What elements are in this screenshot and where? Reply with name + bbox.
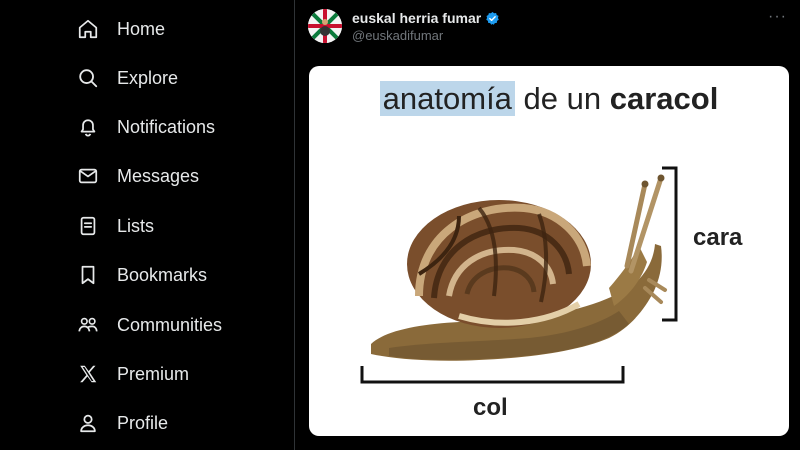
nav-notifications[interactable]: Notifications (77, 110, 215, 144)
meme-title-middle: de un (514, 81, 610, 116)
meme-label-col: col (473, 394, 508, 421)
author-handle[interactable]: @euskadifumar (352, 28, 443, 43)
ikurrina-avatar-image (308, 9, 342, 43)
nav-profile[interactable]: Profile (77, 406, 168, 440)
bookmark-icon (77, 264, 99, 286)
nav-home[interactable]: Home (77, 12, 165, 46)
bell-icon (77, 116, 99, 138)
sidebar-nav: Home Explore Notifications Messages List… (0, 0, 294, 450)
nav-messages[interactable]: Messages (77, 159, 199, 193)
nav-label: Home (117, 18, 166, 39)
home-icon (77, 18, 99, 40)
envelope-icon (77, 165, 99, 187)
meme-title-bold: caracol (609, 81, 719, 116)
meme-title-highlight: anatomía (379, 81, 515, 116)
tweet-media-image[interactable]: anatomía de un caracol cara col (309, 66, 789, 436)
nav-premium[interactable]: Premium (77, 357, 189, 391)
nav-communities[interactable]: Communities (77, 308, 222, 342)
nav-label: Messages (117, 165, 200, 186)
meme-label-cara: cara (693, 224, 743, 251)
nav-explore[interactable]: Explore (77, 61, 178, 95)
search-icon (77, 67, 99, 89)
avatar[interactable] (308, 9, 342, 43)
tweet: euskal herria fumar @euskadifumar ··· an… (295, 0, 800, 450)
nav-label: Profile (117, 412, 169, 433)
communities-icon (77, 314, 99, 336)
person-icon (77, 412, 99, 434)
meme-title: anatomía de un caracol (309, 81, 789, 117)
verified-badge-icon (486, 11, 499, 25)
nav-lists[interactable]: Lists (77, 209, 154, 243)
x-logo-icon (77, 363, 99, 385)
list-icon (77, 215, 99, 237)
nav-label: Communities (117, 314, 223, 335)
author-row: euskal herria fumar (352, 10, 500, 26)
nav-label: Lists (117, 215, 155, 236)
nav-bookmarks[interactable]: Bookmarks (77, 258, 207, 292)
more-options-button[interactable]: ··· (768, 8, 787, 26)
nav-label: Premium (117, 363, 190, 384)
nav-label: Notifications (117, 116, 216, 137)
nav-label: Bookmarks (117, 264, 208, 285)
nav-label: Explore (117, 67, 179, 88)
author-name[interactable]: euskal herria fumar (352, 10, 481, 26)
